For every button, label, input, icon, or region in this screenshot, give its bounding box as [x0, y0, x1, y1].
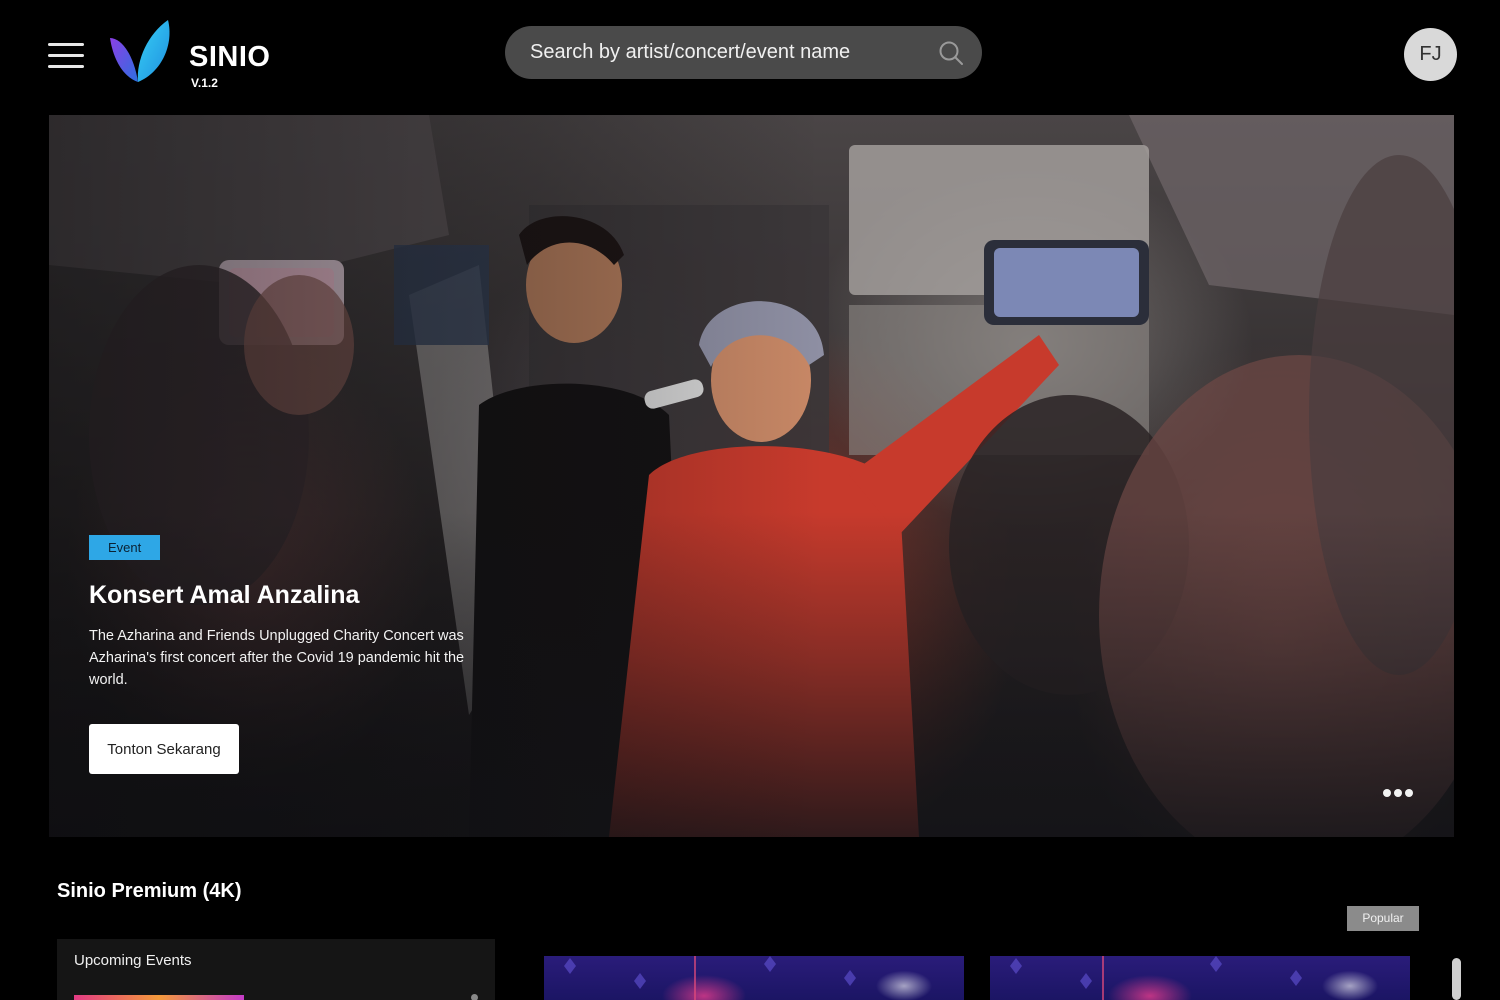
menu-bar-1 — [48, 43, 84, 46]
hero-title: Konsert Amal Anzalina — [89, 581, 360, 609]
menu-bar-2 — [48, 54, 84, 57]
user-avatar[interactable]: FJ — [1404, 28, 1457, 81]
search-icon[interactable] — [938, 40, 964, 66]
dot — [1394, 789, 1402, 797]
watch-now-button[interactable]: Tonton Sekarang — [89, 724, 239, 774]
hamburger-menu-icon[interactable] — [48, 40, 84, 72]
concert-stage-image — [1010, 956, 1302, 1000]
section-title-premium: Sinio Premium (4K) — [57, 880, 242, 902]
dot — [1383, 789, 1391, 797]
dot — [1405, 789, 1413, 797]
brand-name: SINIO — [189, 41, 271, 73]
logo-mark-icon — [110, 20, 170, 82]
hero-banner[interactable]: Event Konsert Amal Anzalina The Azharina… — [49, 115, 1454, 837]
brand-version: V.1.2 — [191, 76, 218, 90]
search-input[interactable] — [530, 26, 930, 79]
premium-video-thumbnail[interactable] — [544, 956, 964, 1000]
hero-overlay — [49, 115, 1454, 837]
premium-video-thumbnail[interactable] — [990, 956, 1410, 1000]
brand-logo[interactable]: SINIO V.1.2 — [108, 20, 283, 92]
menu-bar-3 — [48, 65, 84, 68]
upcoming-events-card[interactable]: Upcoming Events — [57, 939, 495, 1000]
concert-stage-image — [564, 956, 856, 1000]
popular-badge: Popular — [1347, 906, 1419, 931]
upcoming-events-title: Upcoming Events — [74, 952, 192, 969]
top-header: SINIO V.1.2 FJ — [0, 0, 1500, 110]
carousel-dot-icon[interactable] — [471, 994, 478, 1000]
upcoming-event-thumbnail[interactable] — [74, 995, 244, 1000]
vertical-scrollbar[interactable] — [1452, 958, 1461, 1000]
hero-description: The Azharina and Friends Unplugged Chari… — [89, 628, 465, 688]
search-bar[interactable] — [505, 26, 982, 79]
more-dots-icon[interactable] — [1381, 787, 1417, 799]
hero-category-badge: Event — [89, 535, 161, 560]
